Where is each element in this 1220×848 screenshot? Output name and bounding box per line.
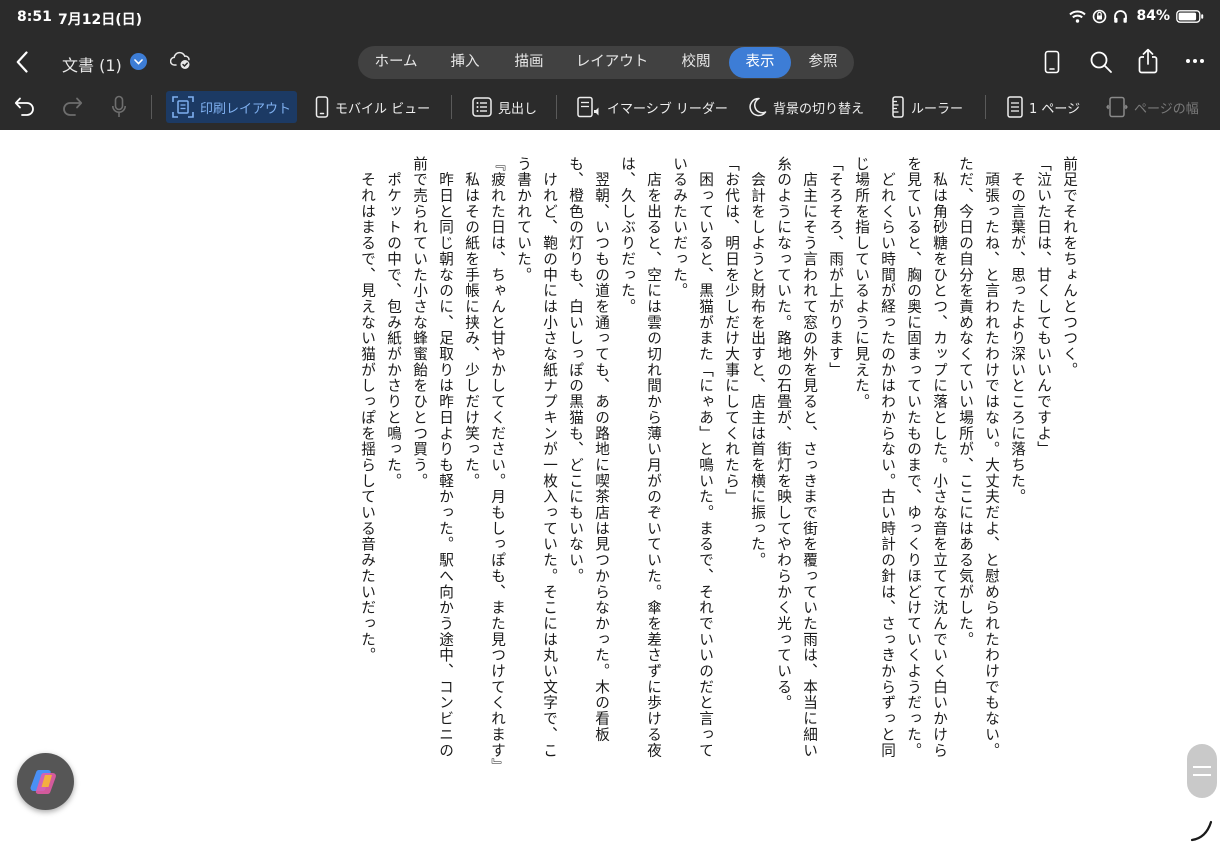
- battery-icon: [1176, 9, 1204, 23]
- print-layout-button[interactable]: 印刷レイアウト: [166, 91, 298, 123]
- document-line: 私はその紙を手帳に挟み、少しだけ笑った。: [463, 156, 480, 489]
- tab-references[interactable]: 参照: [792, 46, 854, 79]
- cloud-saved-icon[interactable]: [170, 50, 192, 70]
- share-icon[interactable]: [1137, 48, 1159, 74]
- status-right: 84%: [1069, 8, 1204, 24]
- undo-icon[interactable]: [14, 96, 36, 116]
- immersive-reader-label: イマーシブ リーダー: [607, 101, 728, 117]
- document-line: 「そろそろ、雨が上がります」: [827, 156, 844, 378]
- document-line: 店を出ると、空には雲の切れ間から薄い月がのぞいていた。傘を差さずに歩ける夜: [645, 156, 662, 759]
- page-width-label: ページの幅: [1134, 101, 1199, 117]
- grip-line: [1193, 766, 1211, 768]
- immersive-reader-icon: [577, 96, 599, 118]
- document-line: けれど、鞄の中には小さな紙ナプキンが一枚入っていた。そこには丸い文字で、こ: [541, 156, 558, 759]
- mobile-device-icon[interactable]: [1043, 50, 1061, 74]
- document-line: その言葉が、思ったより深いところに落ちた。: [1009, 156, 1026, 505]
- document-line: 会計をしようと財布を出すと、店主は首を横に振った。: [749, 156, 766, 569]
- status-time: 8:51: [17, 9, 52, 25]
- document-line: いるみたいだった。: [671, 156, 688, 299]
- back-button[interactable]: [10, 48, 34, 76]
- document-line: じ場所を指しているように見えた。: [853, 156, 870, 410]
- more-options-icon[interactable]: [1185, 58, 1205, 64]
- search-icon[interactable]: [1089, 50, 1113, 74]
- moon-icon: [749, 97, 767, 117]
- document-line: ポケットの中で、包み紙がかさりと鳴った。: [385, 156, 402, 489]
- app-chrome: 8:51 7月12日(日) 84% 文書 (1) ホーム 挿入 描画 レイアウト…: [0, 0, 1220, 130]
- document-line: 昨日と同じ朝なのに、足取りは昨日よりも軽かった。駅へ向かう途中、コンビニの: [437, 156, 454, 759]
- background-toggle-button[interactable]: 背景の切り替え: [747, 91, 864, 123]
- document-line: 翌朝、いつもの道を通っても、あの路地に喫茶店は見つからなかった。木の看板: [593, 156, 610, 743]
- headings-label: 見出し: [498, 101, 538, 117]
- mobile-view-button[interactable]: モバイル ビュー: [315, 91, 430, 123]
- phone-icon: [315, 96, 329, 118]
- document-line: 頑張ったね、と言われたわけではない。大丈夫だよ、と慰められたわけでもない。: [983, 156, 1000, 759]
- rotation-lock-icon: [1093, 9, 1107, 23]
- tab-draw[interactable]: 描画: [498, 46, 560, 79]
- one-page-button[interactable]: 1 ページ: [1007, 91, 1080, 123]
- grip-line: [1193, 774, 1211, 776]
- print-layout-icon: [172, 96, 194, 118]
- document-line: ただ、今日の自分を責めなくていい場所が、ここにはある気がした。: [957, 156, 974, 648]
- document-line: は、久しぶりだった。: [619, 156, 636, 315]
- document-line: 「泣いた日は、甘くしてもいいんですよ」: [1035, 156, 1052, 458]
- document-line: 前で売られていた小さな蜂蜜飴をひとつ買う。: [411, 156, 428, 489]
- view-toolbar: 印刷レイアウト モバイル ビュー 見出し イマーシブ リーダー 背景の切り替え …: [0, 88, 1220, 126]
- tab-home[interactable]: ホーム: [362, 46, 430, 79]
- toolbar-divider: [451, 95, 452, 119]
- immersive-reader-button[interactable]: イマーシブ リーダー: [577, 91, 728, 123]
- tab-insert[interactable]: 挿入: [434, 46, 496, 79]
- tab-layout[interactable]: レイアウト: [564, 46, 660, 79]
- copilot-icon: [30, 769, 56, 794]
- redo-icon[interactable]: [61, 96, 83, 116]
- document-line: それはまるで、見えない猫がしっぽを揺らしている音みたいだった。: [359, 156, 376, 664]
- document-line: 店主にそう言われて窓の外を見ると、さっきまで街を覆っていた雨は、本当に細い: [801, 156, 818, 759]
- headings-button[interactable]: 見出し: [472, 91, 537, 123]
- document-line: 私は角砂糖をひとつ、カップに落とした。小さな音を立てて沈んでいく白いかけら: [931, 156, 948, 759]
- ruler-label: ルーラー: [911, 101, 964, 117]
- document-title[interactable]: 文書 (1): [62, 52, 122, 76]
- microphone-icon[interactable]: [111, 95, 127, 119]
- ruler-icon: [892, 96, 904, 118]
- scroll-handle[interactable]: [1187, 744, 1217, 798]
- tab-review[interactable]: 校閲: [664, 46, 728, 79]
- document-line: 『疲れた日は、ちゃんと甘やかしてください。月もしっぽも、また見つけてくれます』: [489, 156, 506, 775]
- nav-row: 文書 (1) ホーム 挿入 描画 レイアウト 校閲 表示 参照: [0, 40, 1220, 84]
- document-line: 困っていると、黒猫がまた「にゃあ」と鳴いた。まるで、それでいいのだと言って: [697, 156, 714, 759]
- page-icon: [1007, 96, 1023, 118]
- tab-view[interactable]: 表示: [729, 47, 791, 78]
- status-date: 7月12日(日): [58, 12, 143, 28]
- chevron-left-icon: [16, 51, 28, 73]
- document-line: も、橙色の灯りも、白いしっぽの黒猫も、どこにもいない。: [567, 156, 584, 584]
- document-line: 前足でそれをちょんとつつく。: [1061, 156, 1078, 378]
- one-page-label: 1 ページ: [1029, 101, 1081, 117]
- battery-percent: 84%: [1136, 8, 1170, 24]
- headphones-icon: [1114, 9, 1128, 23]
- status-bar: 8:51 7月12日(日) 84%: [0, 0, 1220, 34]
- copilot-button[interactable]: [17, 753, 74, 810]
- page-width-icon: [1106, 96, 1128, 118]
- chevron-down-icon: [134, 58, 143, 65]
- wifi-icon: [1069, 10, 1087, 23]
- background-toggle-label: 背景の切り替え: [773, 101, 865, 117]
- headings-list-icon: [472, 97, 492, 117]
- mobile-view-label: モバイル ビュー: [335, 101, 431, 117]
- document-line: う書かれていた。: [515, 156, 532, 283]
- toolbar-divider: [151, 95, 152, 119]
- page-width-button[interactable]: ページの幅: [1106, 91, 1199, 123]
- document-body-vertical[interactable]: 前足でそれをちょんとつつく。 「泣いた日は、甘くしてもいいんですよ」 その言葉が…: [352, 156, 1082, 816]
- corner-swipe-icon[interactable]: [1190, 818, 1216, 844]
- ruler-button[interactable]: ルーラー: [891, 91, 963, 123]
- document-line: を見ていると、胸の奥に固まっていたものまで、ゆっくりほどけていくようだった。: [905, 156, 922, 759]
- document-canvas[interactable]: 前足でそれをちょんとつつく。 「泣いた日は、甘くしてもいいんですよ」 その言葉が…: [0, 130, 1220, 848]
- ribbon-tab-bar: ホーム 挿入 描画 レイアウト 校閲 表示 参照: [358, 46, 854, 79]
- toolbar-divider: [556, 95, 557, 119]
- title-menu-button[interactable]: [130, 53, 147, 70]
- print-layout-label: 印刷レイアウト: [200, 101, 292, 117]
- document-line: どれくらい時間が経ったのかはわからない。古い時計の針は、さっきからずっと同: [879, 156, 896, 759]
- document-line: 「お代は、明日を少しだけ大事にしてくれたら」: [723, 156, 740, 505]
- toolbar-divider: [985, 95, 986, 119]
- document-line: 糸のようになっていた。路地の石畳が、街灯を映してやわらかく光っている。: [775, 156, 792, 711]
